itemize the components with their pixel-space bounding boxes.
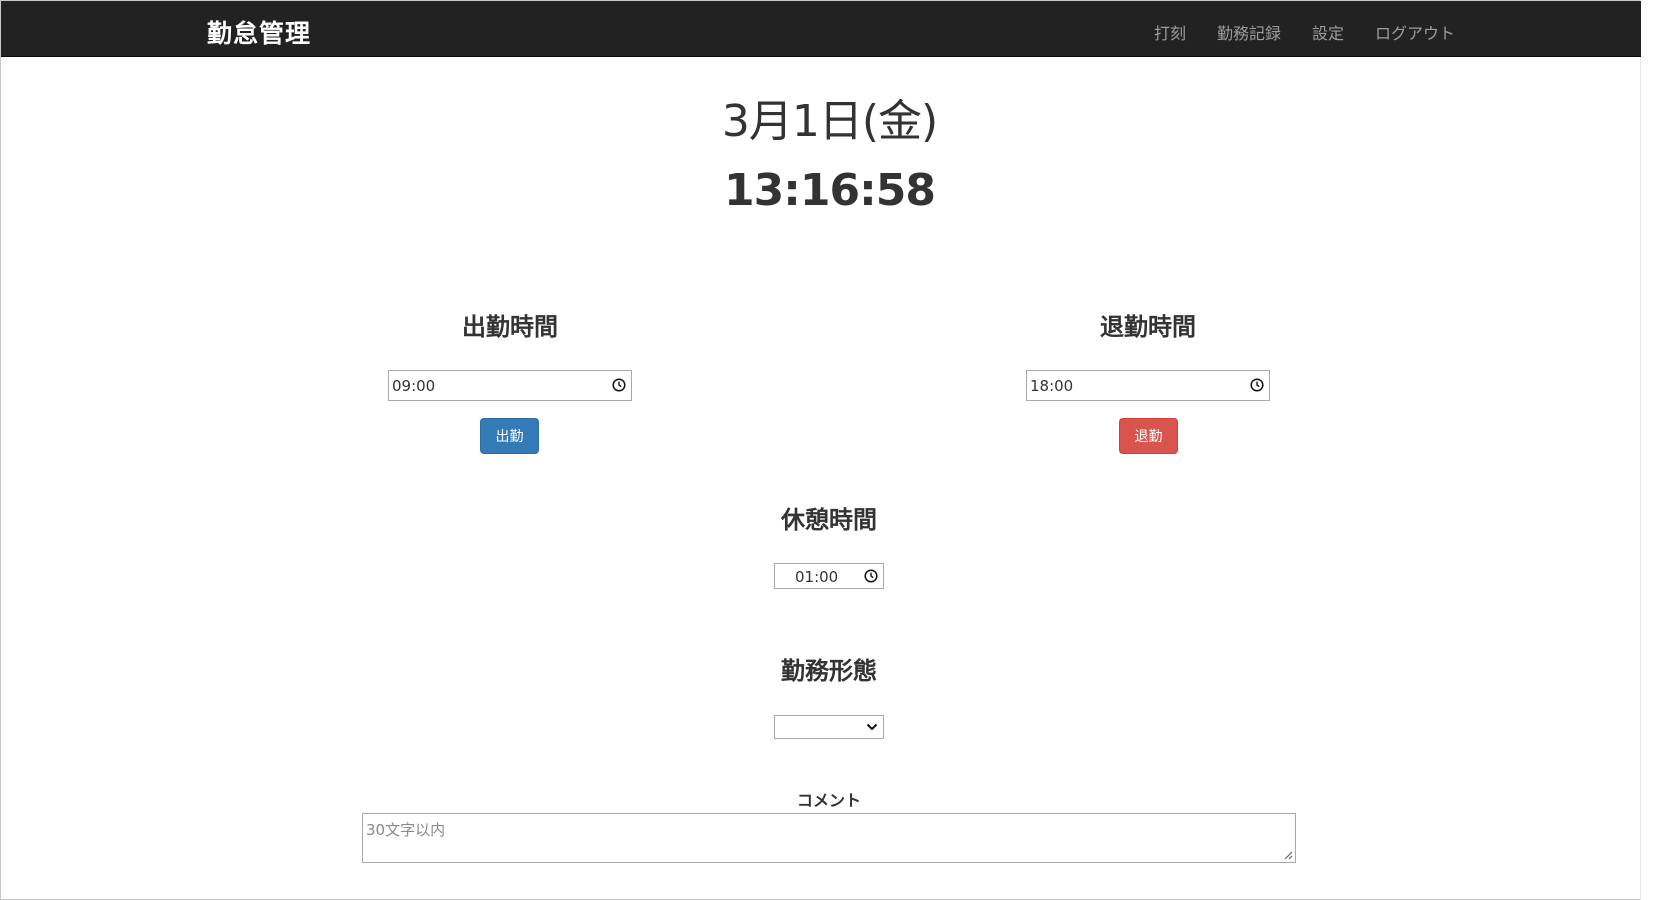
clock-out-button[interactable]: 退勤 bbox=[1119, 418, 1178, 454]
comment-placeholder: 30文字以内 bbox=[366, 821, 446, 839]
navbar: 勤怠管理 打刻 勤務記録 設定 ログアウト bbox=[1, 1, 1641, 57]
clock-icon[interactable] bbox=[864, 569, 878, 583]
brand-logo[interactable]: 勤怠管理 bbox=[207, 14, 311, 50]
clock-in-button[interactable]: 出勤 bbox=[480, 418, 539, 454]
clock-out-time-value: 18:00 bbox=[1030, 377, 1074, 395]
clock-in-time-input[interactable]: 09:00 bbox=[388, 370, 632, 401]
nav-link-work-records[interactable]: 勤務記録 bbox=[1217, 20, 1281, 44]
nav-link-logout[interactable]: ログアウト bbox=[1375, 20, 1455, 44]
clock-icon[interactable] bbox=[612, 378, 626, 392]
clock-out-time-input[interactable]: 18:00 bbox=[1026, 370, 1270, 401]
work-type-select[interactable] bbox=[774, 715, 884, 739]
current-date: 3月1日(金) bbox=[721, 96, 938, 147]
clock-out-heading: 退勤時間 bbox=[1100, 313, 1196, 341]
clock-in-heading: 出勤時間 bbox=[462, 313, 558, 341]
break-time-heading: 休憩時間 bbox=[781, 506, 877, 534]
clock-in-time-value: 09:00 bbox=[392, 377, 436, 395]
comment-label: コメント bbox=[796, 791, 861, 810]
work-type-heading: 勤務形態 bbox=[781, 657, 877, 685]
nav-link-settings[interactable]: 設定 bbox=[1312, 20, 1344, 44]
break-time-value: 01:00 bbox=[795, 568, 839, 586]
chevron-down-icon bbox=[866, 723, 878, 731]
current-time: 13:16:58 bbox=[724, 165, 936, 216]
comment-textarea[interactable]: 30文字以内 bbox=[362, 813, 1296, 863]
nav-link-punch[interactable]: 打刻 bbox=[1154, 20, 1186, 44]
break-time-input[interactable]: 01:00 bbox=[774, 563, 884, 589]
resize-handle-icon[interactable] bbox=[1283, 850, 1293, 860]
clock-icon[interactable] bbox=[1250, 378, 1264, 392]
